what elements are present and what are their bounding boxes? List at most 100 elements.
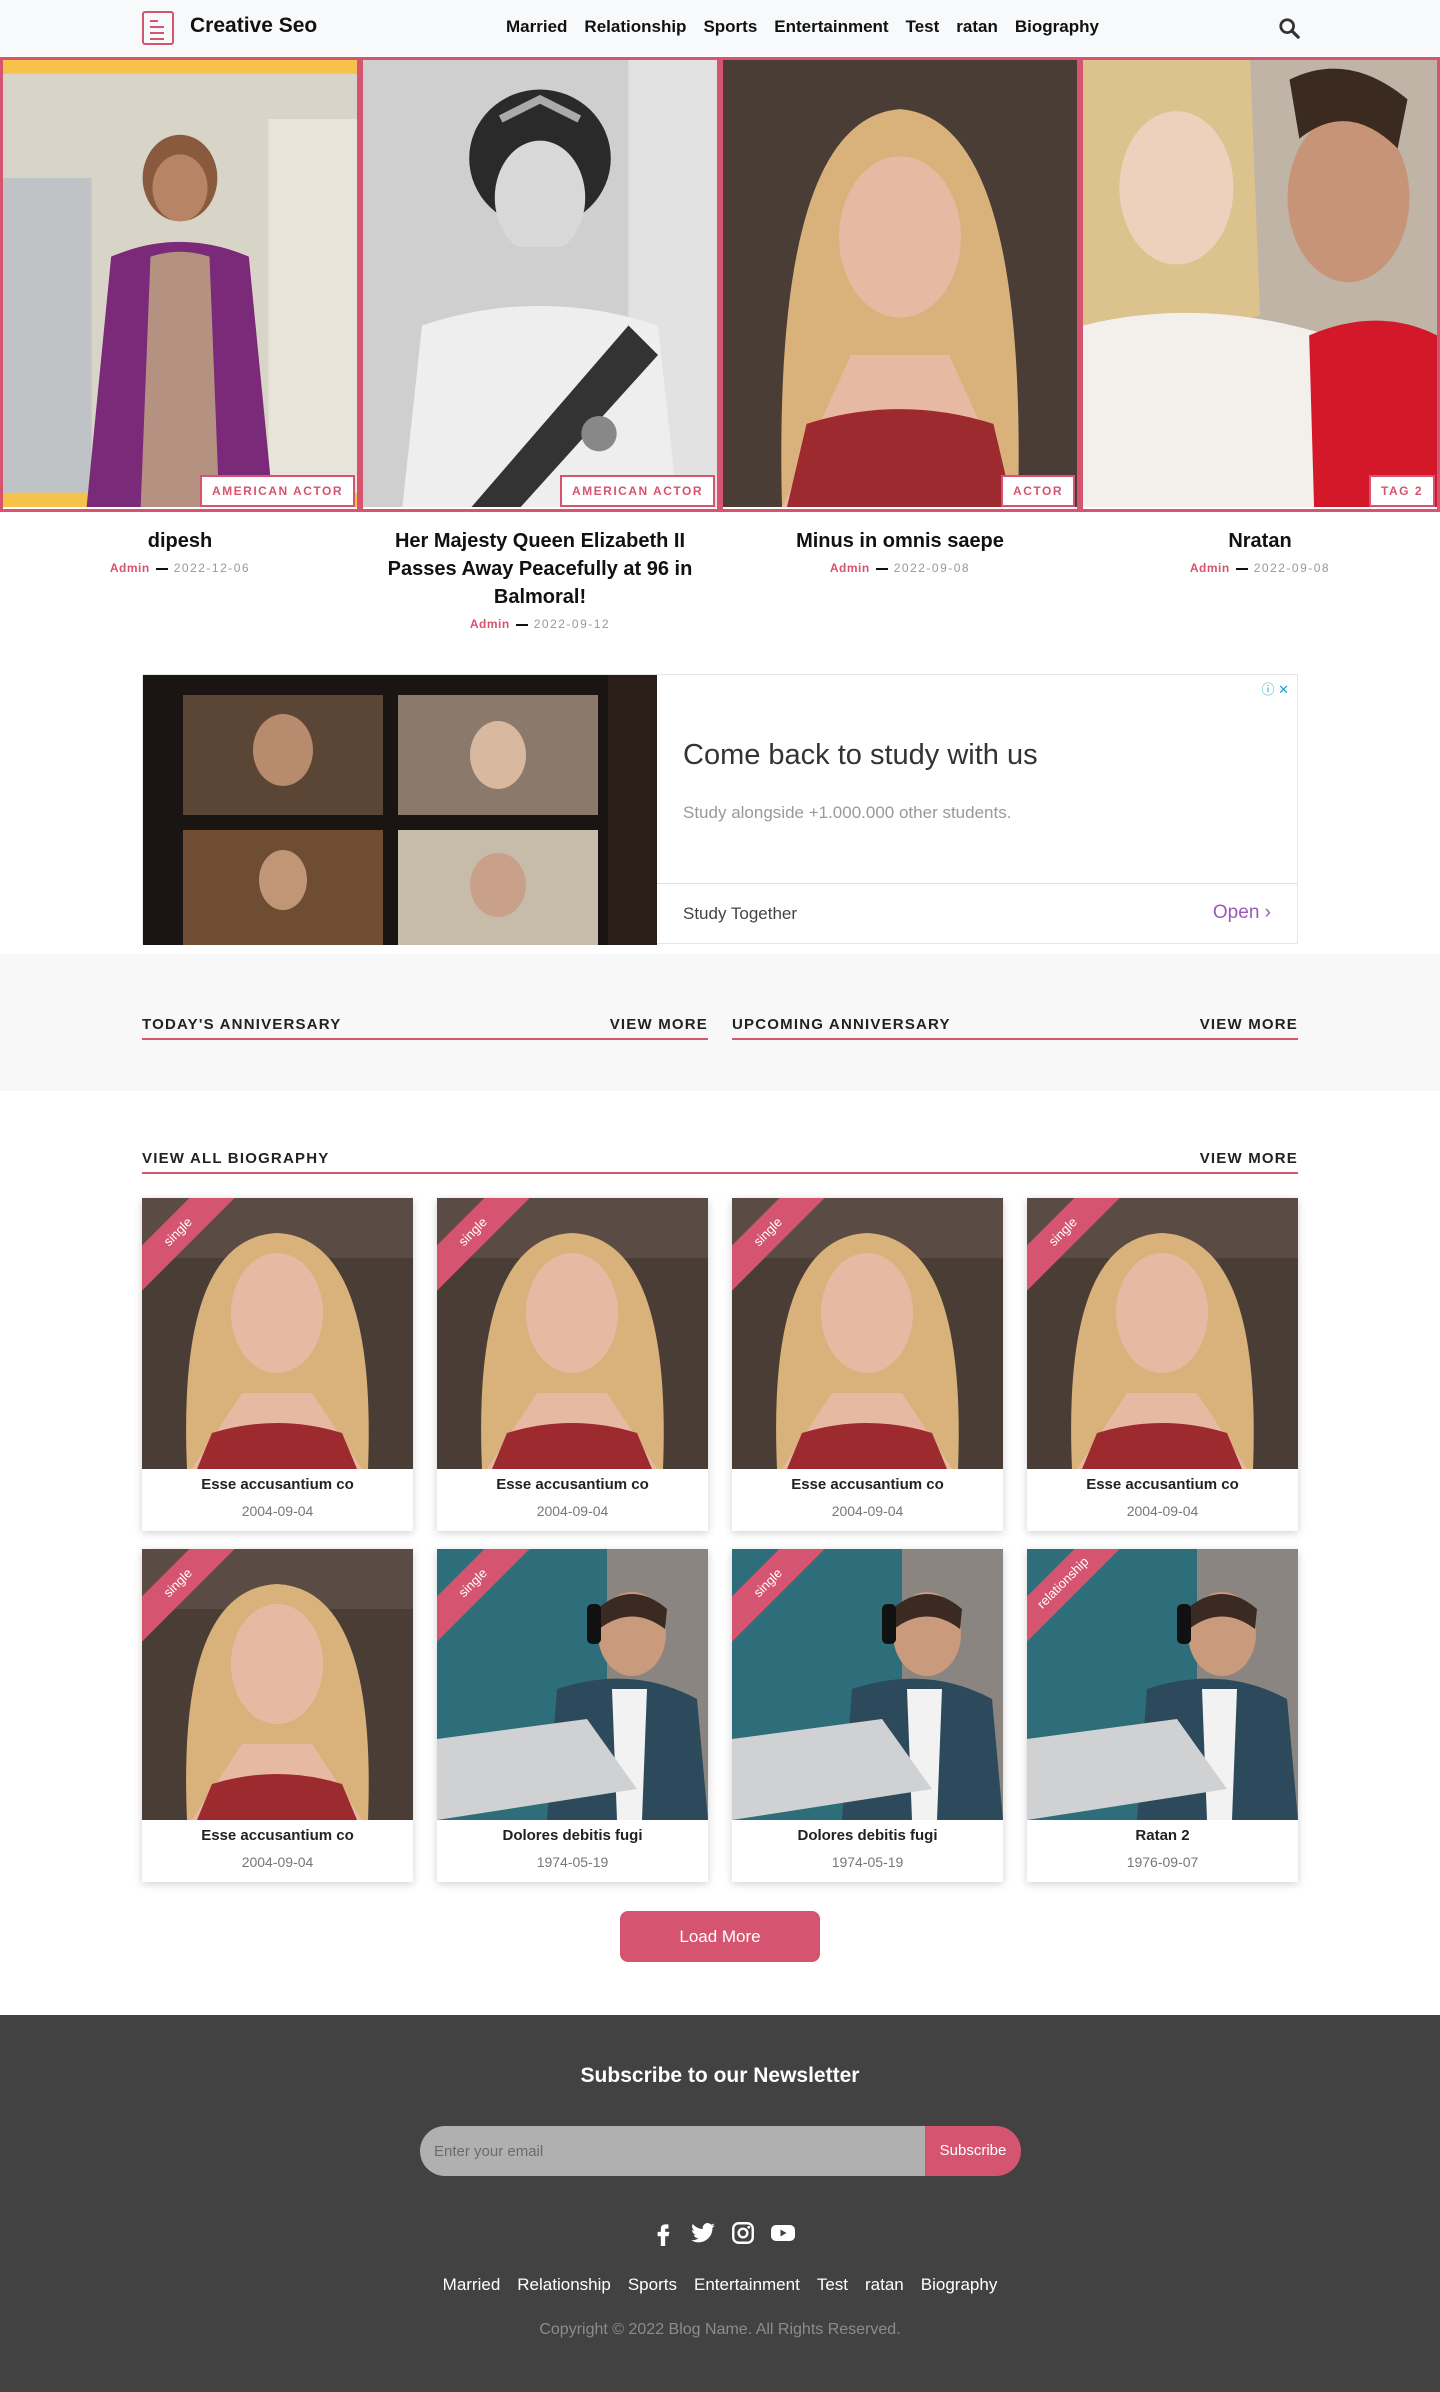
footer-nav-biography[interactable]: Biography [921, 2275, 998, 2295]
hero-category-tag[interactable]: AMERICAN ACTOR [200, 475, 355, 507]
hero-title[interactable]: Nratan [1100, 527, 1420, 555]
biography-card[interactable]: single Esse accusantium co 2004-09-04 [142, 1198, 413, 1531]
footer-nav-ratan[interactable]: ratan [865, 2275, 904, 2295]
youtube-icon[interactable] [770, 2220, 796, 2246]
brand-name[interactable]: Creative Seo [190, 14, 317, 38]
meta-dash [875, 567, 888, 570]
biography-date: 2004-09-04 [831, 1503, 904, 1519]
biography-name[interactable]: Esse accusantium co [142, 1827, 413, 1844]
ad-open-button[interactable]: Open › [1213, 902, 1271, 924]
hero-card[interactable]: TAG 2 [1080, 57, 1440, 512]
biography-name[interactable]: Esse accusantium co [437, 1476, 708, 1493]
nav-item-married[interactable]: Married [506, 17, 567, 37]
ad-description: Study alongside +1.000.000 other student… [683, 803, 1012, 822]
ad-choices-icon[interactable]: ⓘ ✕ [1261, 679, 1289, 698]
hero-caption: Nratan Admin 2022-09-08 [1080, 527, 1440, 631]
nav-item-ratan[interactable]: ratan [956, 17, 998, 37]
anniversary-section: TODAY'S ANNIVERSARY VIEW MORE UPCOMING A… [0, 954, 1440, 1091]
hero-title[interactable]: Minus in omnis saepe [740, 527, 1060, 555]
load-more-button[interactable]: Load More [620, 1911, 820, 1962]
biography-date: 1976-09-07 [1126, 1854, 1199, 1870]
biography-card[interactable]: single Dolores debitis fugi 1974-05-19 [437, 1549, 708, 1882]
meta-dash [515, 623, 528, 626]
footer-nav-entertainment[interactable]: Entertainment [694, 2275, 800, 2295]
post-date: 2022-09-12 [533, 617, 611, 631]
meta-dash [1235, 567, 1248, 570]
post-date: 2022-12-06 [173, 561, 251, 575]
hero-slider: AMERICAN ACTOR AMERICAN ACTOR ACTOR TAG … [0, 57, 1440, 512]
hero-title[interactable]: dipesh [20, 527, 340, 555]
section-title: UPCOMING ANNIVERSARY [732, 1016, 951, 1033]
ad-image-video-call-grid [143, 675, 657, 945]
biography-name[interactable]: Ratan 2 [1027, 1827, 1298, 1844]
hero-caption: Minus in omnis saepe Admin 2022-09-08 [720, 527, 1080, 631]
ad-advertiser: Study Together [683, 904, 798, 923]
author-link[interactable]: Admin [470, 617, 510, 631]
nav-item-sports[interactable]: Sports [703, 17, 757, 37]
hero-meta: Admin 2022-09-08 [1100, 561, 1420, 575]
instagram-icon[interactable] [730, 2220, 756, 2246]
biography-header: VIEW ALL BIOGRAPHY VIEW MORE [142, 1140, 1298, 1174]
footer-nav-sports[interactable]: Sports [628, 2275, 677, 2295]
nav-item-entertainment[interactable]: Entertainment [774, 17, 888, 37]
view-more-link[interactable]: VIEW MORE [1200, 1150, 1298, 1167]
todays-anniversary-header: TODAY'S ANNIVERSARY VIEW MORE [142, 1006, 708, 1040]
biography-name[interactable]: Esse accusantium co [142, 1476, 413, 1493]
biography-name[interactable]: Dolores debitis fugi [437, 1827, 708, 1844]
footer-nav: Married Relationship Sports Entertainmen… [0, 2275, 1440, 2295]
hero-card[interactable]: AMERICAN ACTOR [360, 57, 720, 512]
nav-item-biography[interactable]: Biography [1015, 17, 1099, 37]
biography-card[interactable]: relationship Ratan 2 1976-09-07 [1027, 1549, 1298, 1882]
footer-nav-married[interactable]: Married [443, 2275, 501, 2295]
hero-meta: Admin 2022-09-12 [380, 617, 700, 631]
biography-name[interactable]: Esse accusantium co [732, 1476, 1003, 1493]
author-link[interactable]: Admin [830, 561, 870, 575]
hero-image-woman-cardigan [3, 60, 357, 508]
biography-card[interactable]: single Esse accusantium co 2004-09-04 [732, 1198, 1003, 1531]
biography-card[interactable]: single Esse accusantium co 2004-09-04 [142, 1549, 413, 1882]
view-more-link[interactable]: VIEW MORE [610, 1016, 708, 1033]
post-date: 2022-09-08 [1253, 561, 1331, 575]
biography-name[interactable]: Dolores debitis fugi [732, 1827, 1003, 1844]
hero-card[interactable]: AMERICAN ACTOR [0, 57, 360, 512]
hero-meta: Admin 2022-12-06 [20, 561, 340, 575]
biography-card[interactable]: single Dolores debitis fugi 1974-05-19 [732, 1549, 1003, 1882]
social-links [650, 2220, 796, 2246]
logo-icon[interactable] [142, 11, 174, 45]
hero-caption: dipesh Admin 2022-12-06 [0, 527, 360, 631]
ad-divider [657, 883, 1297, 884]
hero-image-queen-portrait [363, 60, 717, 508]
section-title: TODAY'S ANNIVERSARY [142, 1016, 342, 1033]
biography-name[interactable]: Esse accusantium co [1027, 1476, 1298, 1493]
main-nav: Married Relationship Sports Entertainmen… [506, 17, 1099, 37]
nav-item-relationship[interactable]: Relationship [584, 17, 686, 37]
hero-card[interactable]: ACTOR [720, 57, 1080, 512]
ad-banner[interactable]: ⓘ ✕ Come back to study with us Study alo… [142, 674, 1298, 945]
biography-card[interactable]: single Esse accusantium co 2004-09-04 [1027, 1198, 1298, 1531]
ad-headline[interactable]: Come back to study with us [683, 739, 1038, 772]
biography-date: 2004-09-04 [536, 1503, 609, 1519]
footer-nav-test[interactable]: Test [817, 2275, 848, 2295]
biography-date: 2004-09-04 [241, 1854, 314, 1870]
facebook-icon[interactable] [650, 2220, 676, 2246]
biography-grid: single Esse accusantium co 2004-09-04 singl… [142, 1198, 1298, 1882]
hero-image-blonde-woman [723, 60, 1077, 508]
author-link[interactable]: Admin [1190, 561, 1230, 575]
subscribe-button[interactable]: Subscribe [925, 2126, 1021, 2176]
twitter-icon[interactable] [690, 2220, 716, 2246]
section-title: VIEW ALL BIOGRAPHY [142, 1150, 330, 1167]
hero-title[interactable]: Her Majesty Queen Elizabeth II Passes Aw… [380, 527, 700, 611]
footer-nav-relationship[interactable]: Relationship [517, 2275, 611, 2295]
search-icon[interactable] [1278, 17, 1300, 39]
hero-titles: dipesh Admin 2022-12-06 Her Majesty Queen… [0, 527, 1440, 631]
hero-category-tag[interactable]: ACTOR [1001, 475, 1075, 507]
hero-category-tag[interactable]: TAG 2 [1369, 475, 1435, 507]
hero-category-tag[interactable]: AMERICAN ACTOR [560, 475, 715, 507]
author-link[interactable]: Admin [110, 561, 150, 575]
newsletter-email-input[interactable] [420, 2126, 926, 2176]
nav-item-test[interactable]: Test [906, 17, 940, 37]
biography-card[interactable]: single Esse accusantium co 2004-09-04 [437, 1198, 708, 1531]
view-more-link[interactable]: VIEW MORE [1200, 1016, 1298, 1033]
site-header: Creative Seo Married Relationship Sports… [0, 0, 1440, 56]
newsletter-title: Subscribe to our Newsletter [580, 2064, 860, 2087]
